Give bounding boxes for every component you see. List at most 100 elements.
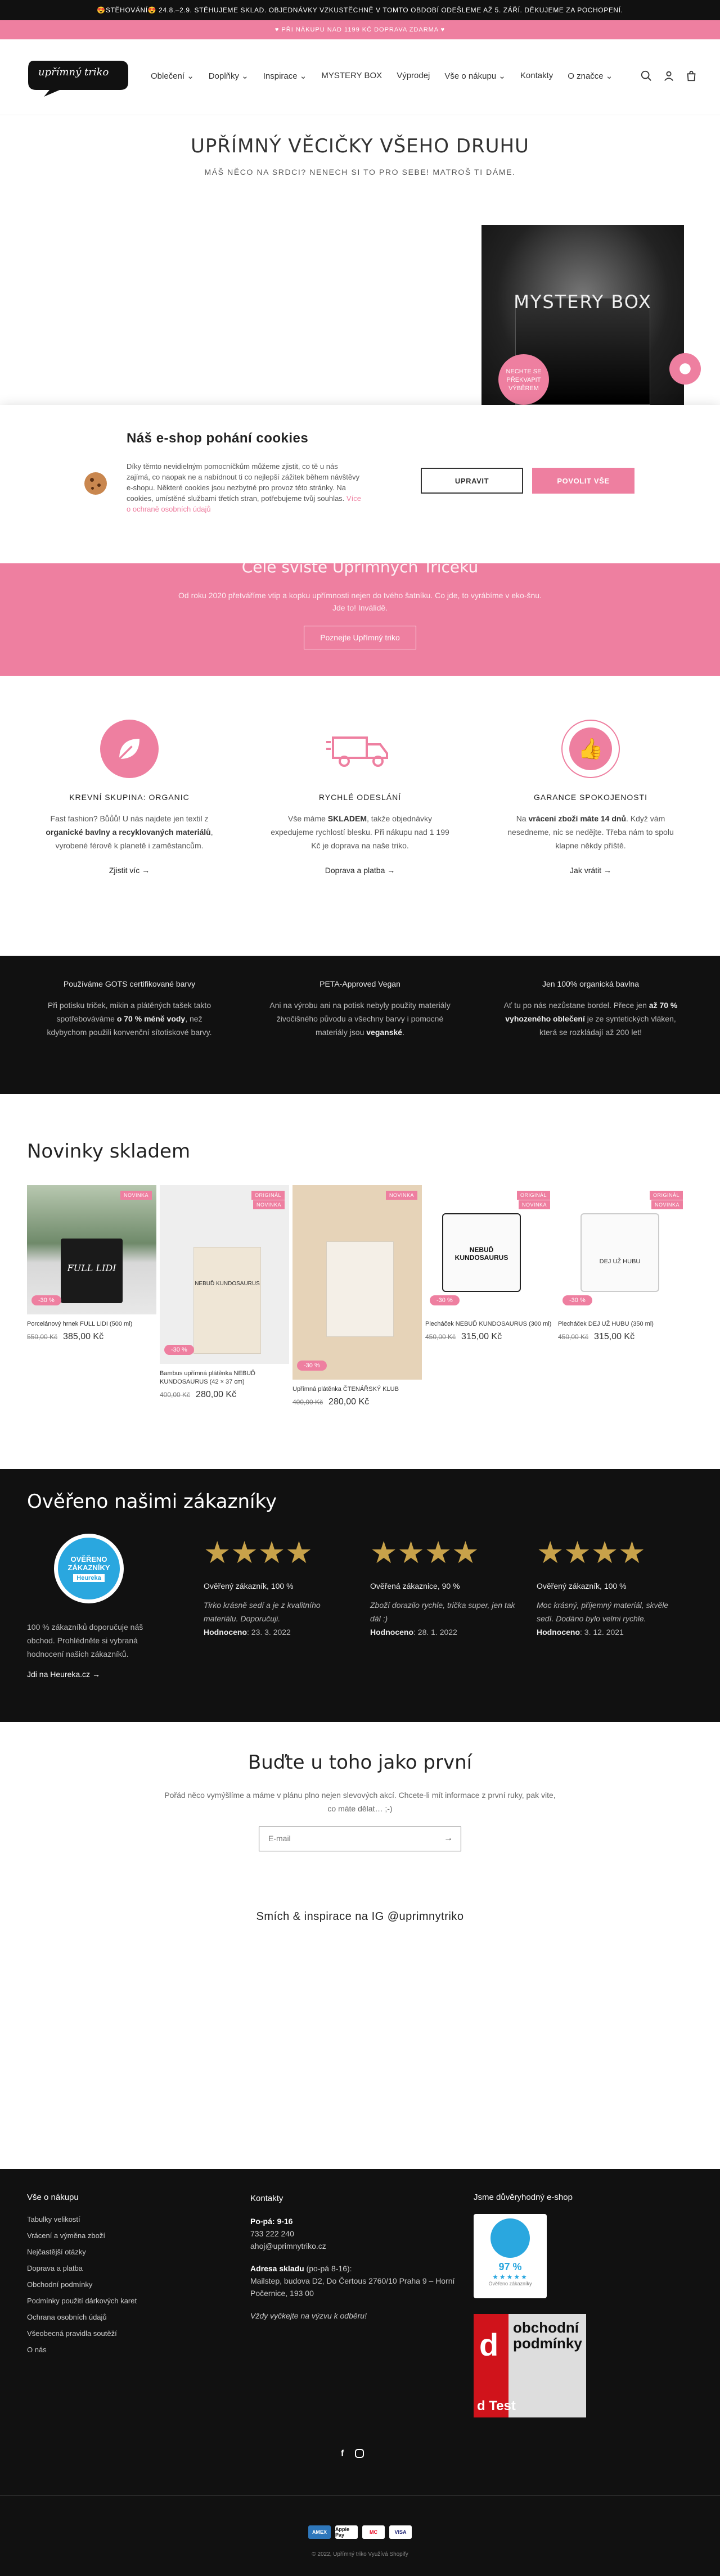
email-field[interactable] — [259, 1827, 428, 1850]
arrow-right-icon: → — [387, 866, 395, 875]
footer-link[interactable]: Tabulky velikostí — [27, 2215, 137, 2224]
cart-icon[interactable] — [685, 70, 698, 82]
feature-title: RYCHLÉ ODESLÁNÍ — [318, 793, 402, 802]
newsletter: Buďte u toho jako první Pořád něco vymýš… — [0, 1751, 720, 1851]
dtest-badge[interactable]: d obchodní podmínky d Test — [474, 2314, 586, 2417]
footer-link[interactable]: Nejčastější otázky — [27, 2248, 137, 2256]
visa-icon: VISA — [389, 2525, 412, 2539]
product-title: Bambus upřímná plátěnka NEBUĎ KUNDOSAURU… — [160, 1370, 255, 1385]
new-badge: NOVINKA — [120, 1191, 152, 1200]
footer-link[interactable]: Vrácení a výměna zboží — [27, 2231, 137, 2240]
review-item: ★★★★ Ověřený zákazník, 100 % Moc krásný,… — [537, 1538, 683, 1639]
apple-pay-icon: Apple Pay — [335, 2525, 358, 2539]
footer: Vše o nákupu Tabulky velikostí Vrácení a… — [0, 2169, 720, 2576]
facebook-icon[interactable]: f — [341, 2449, 344, 2459]
product-title: Plecháček DEJ UŽ HUBU (350 ml) — [558, 1321, 654, 1327]
footer-link[interactable]: Podmínky použití dárkových karet — [27, 2297, 137, 2305]
old-price: 550,00 Kč — [27, 1333, 58, 1341]
sale-badge: -30 % — [562, 1295, 592, 1305]
mystery-label: MYSTERY BOX — [514, 291, 652, 313]
header-icons — [640, 70, 698, 82]
cookie-text: Díky těmto nevidielným pomocníčkům můžem… — [127, 462, 360, 503]
nav-mystery-box[interactable]: MYSTERY BOX — [321, 71, 382, 81]
arrow-right-icon: → — [92, 1670, 100, 1679]
free-shipping-bar: ♥ PŘI NÁKUPU NAD 1199 KČ DOPRAVA ZDARMA … — [0, 20, 720, 39]
nav-vse-o-nakupu[interactable]: Vše o nákupu ⌄ — [444, 71, 506, 81]
about-title: Celé sviště Upřímných Tričeků — [241, 558, 479, 576]
cookie-edit-button[interactable]: UPRAVIT — [421, 468, 523, 494]
footer-link[interactable]: Všeobecná pravidla soutěží — [27, 2329, 137, 2338]
nav-kontakty[interactable]: Kontakty — [520, 71, 553, 81]
submit-arrow-icon[interactable]: → — [444, 1833, 453, 1843]
review-item: ★★★★ Ověřená zákaznice, 90 % Zboží doraz… — [370, 1538, 516, 1639]
mystery-box-image[interactable]: MYSTERY BOX NECHTE SE PŘEKVAPIT VÝBĚREM — [482, 225, 684, 405]
email[interactable]: ahoj@uprimnytriko.cz — [250, 2240, 464, 2252]
footer-link[interactable]: Doprava a platba — [27, 2264, 137, 2272]
phone[interactable]: 733 222 240 — [250, 2227, 464, 2240]
announcement-text: 😍STĚHOVÁNÍ😍 24.8.–2.9. STĚHUJEME SKLAD. … — [97, 6, 623, 14]
product-card[interactable]: NEBUĎ KUNDOSAURUS ORIGINÁL NOVINKA -30 %… — [160, 1185, 289, 1400]
nav-obleceni[interactable]: Oblečení ⌄ — [151, 71, 194, 81]
feature-guarantee: 👍 GARANCE SPOKOJENOSTI Na vrácení zboží … — [498, 720, 683, 877]
feature-link[interactable]: Doprava a platba → — [267, 864, 453, 877]
logo[interactable]: upřímný triko — [27, 57, 129, 98]
nav-doplnky[interactable]: Doplňky ⌄ — [209, 71, 249, 81]
heureka-badge-mid: ZÁKAZNÍKY — [68, 1563, 110, 1572]
product-card[interactable]: NEBUĎ KUNDOSAURUS ORIGINÁL NOVINKA -30 %… — [425, 1185, 555, 1342]
social-links: f — [341, 2449, 364, 2459]
footer-link[interactable]: O nás — [27, 2345, 137, 2354]
footer-link[interactable]: Ochrana osobních údajů — [27, 2313, 137, 2321]
old-price: 450,00 Kč — [425, 1333, 456, 1341]
value-text-bold: o 70 % méně vody — [116, 1014, 186, 1023]
value-title: Jen 100% organická bavlna — [542, 979, 639, 988]
review-list: ★★★★ Ověřený zákazník, 100 % Tirko krásn… — [204, 1538, 683, 1639]
nav-o-znacce[interactable]: O značce ⌄ — [568, 71, 613, 81]
product-grid: FULL LIDI NOVINKA -30 % Porcelánový hrne… — [27, 1185, 687, 1407]
about-button[interactable]: Poznejte Upřímný triko — [304, 626, 416, 649]
footer-link[interactable]: Obchodní podmínky — [27, 2280, 137, 2289]
hero: UPŘÍMNÝ VĚCIČKY VŠEHO DRUHU MÁŠ NĚCO NA … — [0, 135, 720, 177]
cookie-banner: Náš e-shop pohání cookies Díky těmto nev… — [0, 405, 720, 563]
feature-text-bold: SKLADEM — [327, 814, 367, 823]
user-icon[interactable] — [663, 70, 675, 82]
current-price: 280,00 Kč — [328, 1397, 370, 1407]
instagram-icon[interactable] — [355, 2449, 364, 2458]
arrow-right-icon: → — [142, 866, 150, 875]
product-card[interactable]: NOVINKA -30 % Upřímná plátěnka ČTENÁŘSKÝ… — [292, 1185, 422, 1407]
review-head: Ověřený zákazník, 100 % — [537, 1581, 627, 1590]
mastercard-icon: MC — [362, 2525, 385, 2539]
product-card[interactable]: DEJ UŽ HUBU ORIGINÁL NOVINKA -30 % Plech… — [558, 1185, 687, 1342]
review-head: Ověřená zákaznice, 90 % — [370, 1581, 460, 1590]
tote-shape — [194, 1247, 261, 1354]
heureka-link[interactable]: Jdi na Heureka.cz → — [27, 1670, 168, 1679]
nav-inspirace[interactable]: Inspirace ⌄ — [263, 71, 307, 81]
about-band: Celé sviště Upřímných Tričeků Od roku 20… — [0, 558, 720, 676]
sale-badge: -30 % — [430, 1295, 460, 1305]
feature-link[interactable]: Jak vrátit → — [498, 864, 683, 877]
feature-shipping: RYCHLÉ ODESLÁNÍ Vše máme SKLADEM, takže … — [267, 720, 453, 877]
stars-icon: ★★★★ — [204, 1536, 313, 1570]
review-label: Hodnoceno — [537, 1628, 580, 1637]
product-price: 450,00 Kč 315,00 Kč — [425, 1332, 555, 1342]
address: Mailstep, budova D2, Do Čertous 2760/10 … — [250, 2276, 455, 2298]
heureka-badge: OVĚŘENO ZÁKAZNÍKY Heureka — [54, 1534, 124, 1603]
chat-button[interactable] — [669, 353, 701, 385]
heureka-score: 97 % — [498, 2261, 522, 2272]
heureka-widget[interactable]: 97 % ★★★★★ Ověřeno zákazníky — [474, 2214, 547, 2298]
nav-vyprodej[interactable]: Výprodej — [397, 71, 430, 81]
mug-text: DEJ UŽ HUBU — [599, 1258, 641, 1265]
product-card[interactable]: FULL LIDI NOVINKA -30 % Porcelánový hrne… — [27, 1185, 156, 1342]
product-title: Porcelánový hrnek FULL LIDI (500 ml) — [27, 1321, 133, 1327]
feature-title: GARANCE SPOKOJENOSTI — [533, 793, 648, 802]
mug-text: NEBUĎ KUNDOSAURUS — [454, 1246, 508, 1262]
heureka-caption: Ověřeno zákazníky — [488, 2281, 532, 2286]
hero-title: UPŘÍMNÝ VĚCIČKY VŠEHO DRUHU — [191, 135, 529, 157]
search-icon[interactable] — [640, 70, 652, 82]
copyright: © 2022, Upřímný triko Využívá Shopify — [312, 2551, 408, 2557]
value-item: Jen 100% organická bavlna Ať tu po nás ne… — [498, 977, 683, 1039]
mug-text: FULL LIDI — [67, 1263, 116, 1273]
feature-link[interactable]: Zjistit víc → — [37, 864, 222, 877]
old-price: 450,00 Kč — [558, 1333, 589, 1341]
cookie-accept-button[interactable]: POVOLIT VŠE — [532, 468, 634, 494]
enamel-mug-shape — [580, 1213, 659, 1292]
